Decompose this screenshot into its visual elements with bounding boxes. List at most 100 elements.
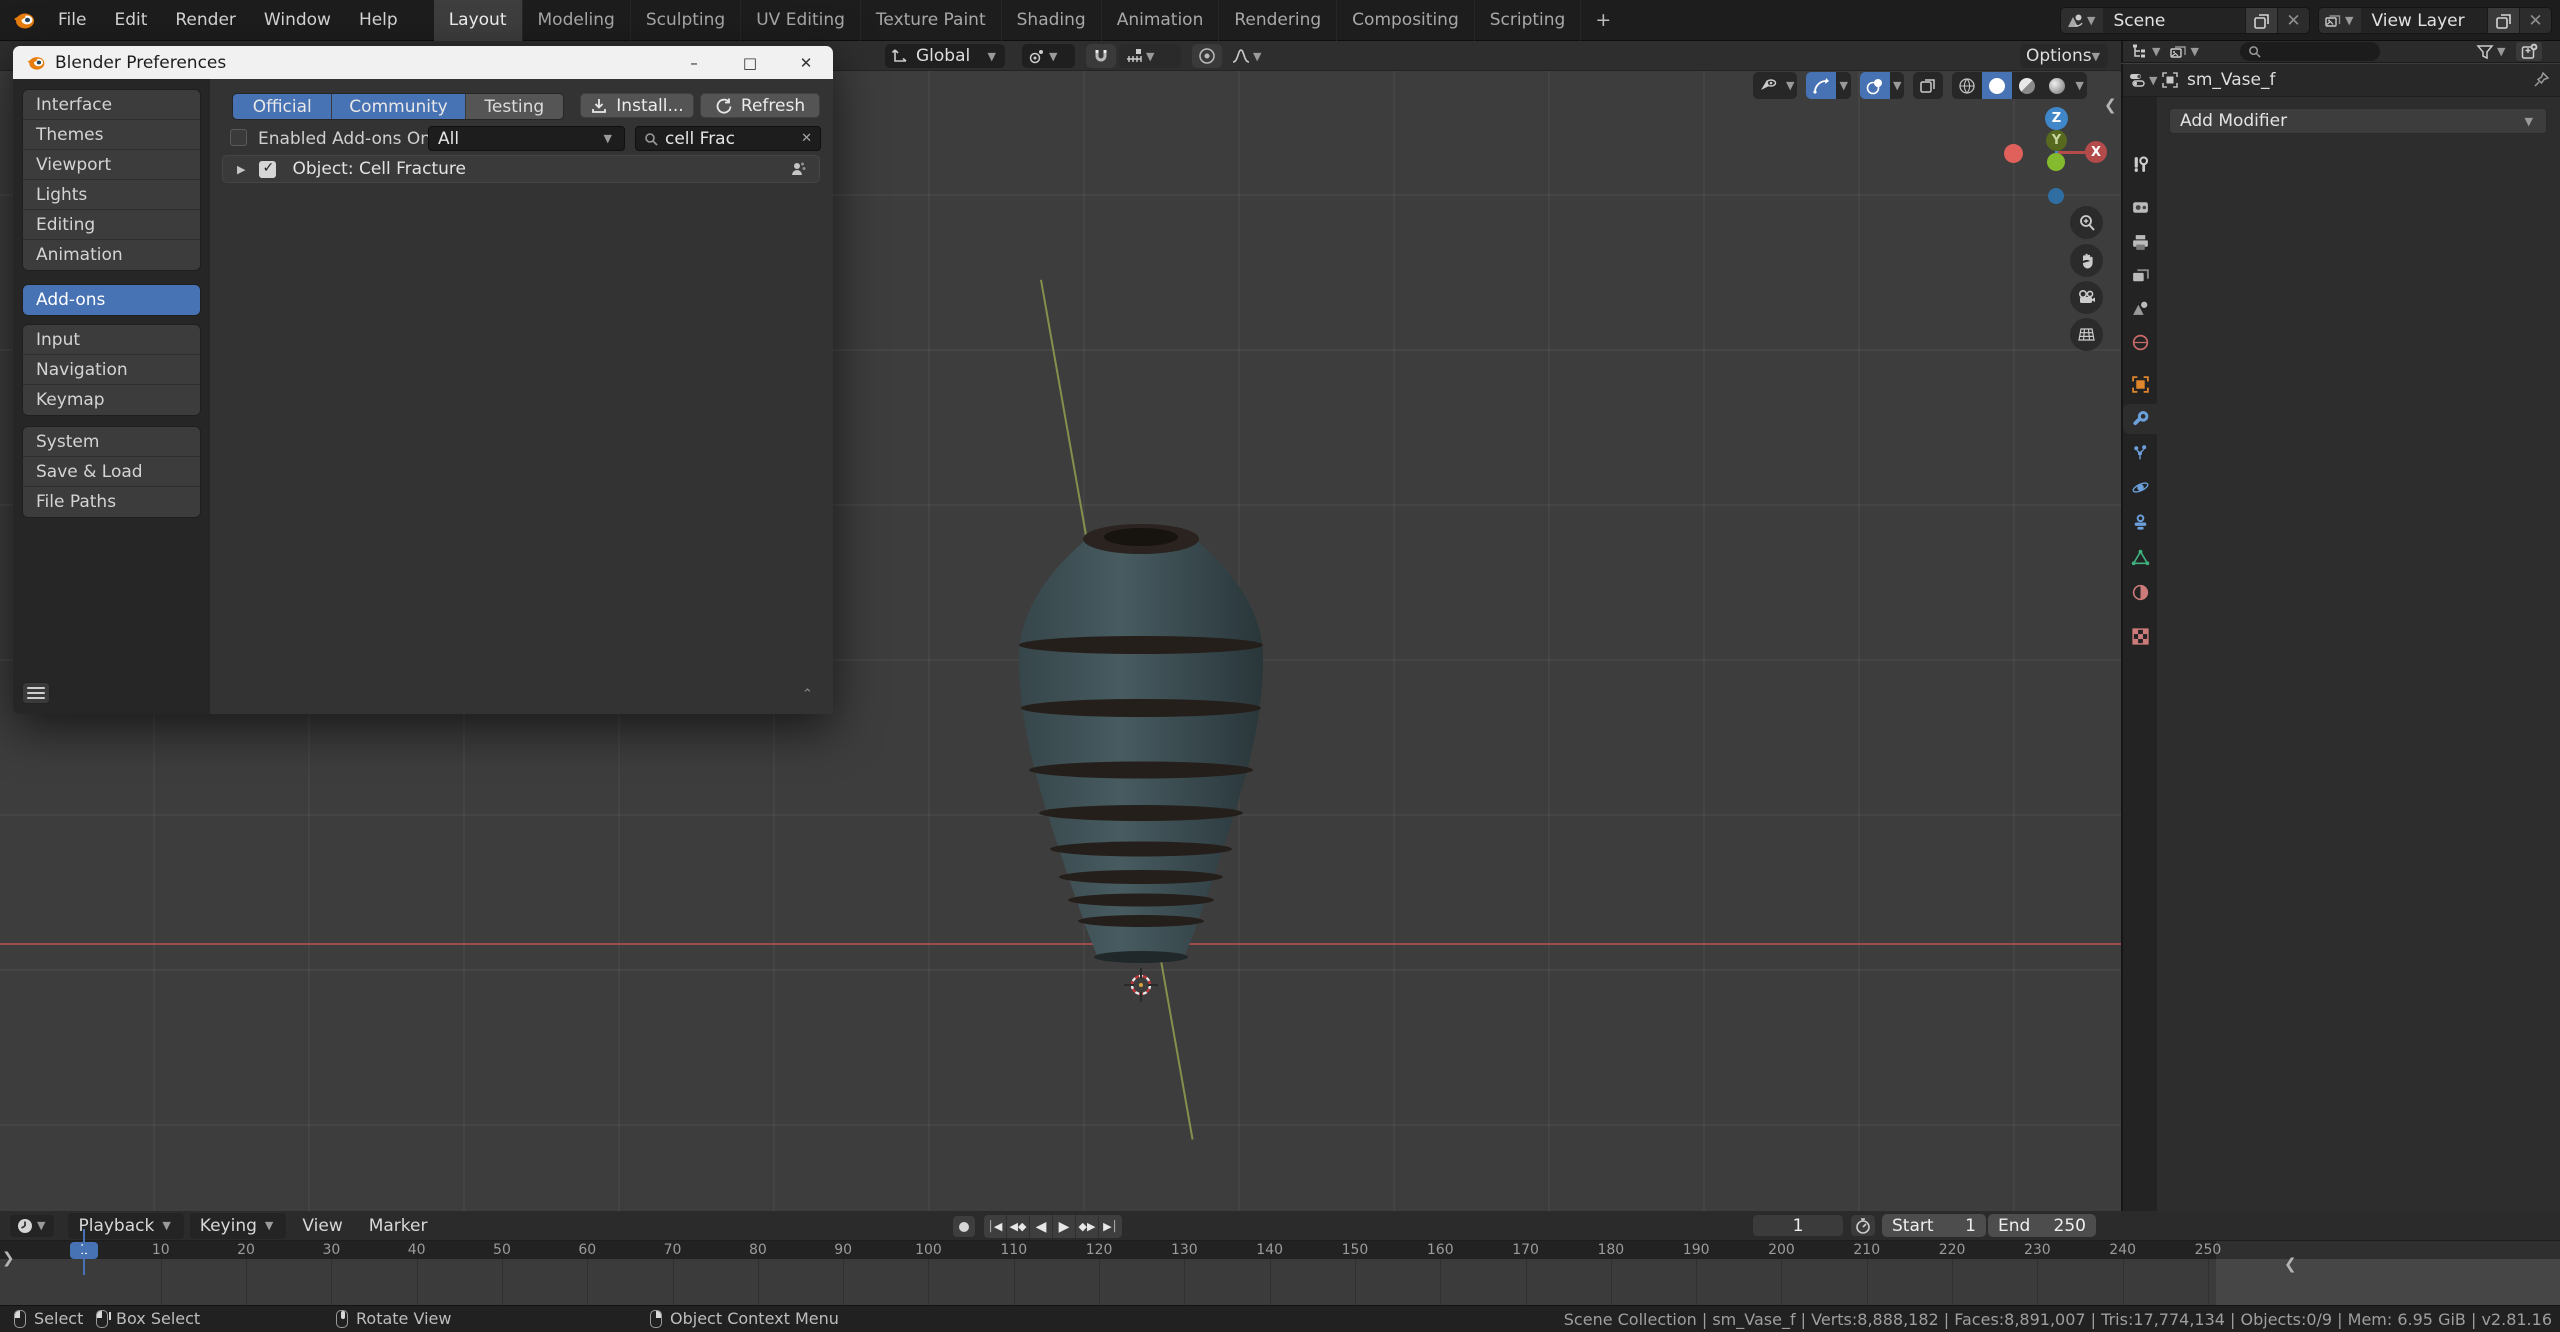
view-layer-selector[interactable]: ▼ View Layer ✕ bbox=[2318, 7, 2552, 34]
snap-toggle[interactable] bbox=[1086, 44, 1116, 68]
workspace-tab-layout[interactable]: Layout bbox=[433, 0, 523, 41]
properties-tab-physics[interactable] bbox=[2123, 472, 2157, 502]
properties-tab-modifiers[interactable] bbox=[2123, 404, 2157, 434]
sidebar-item-save-load[interactable]: Save & Load bbox=[23, 457, 200, 487]
scroll-up-indicator[interactable]: ⌃ bbox=[802, 687, 813, 702]
gizmo-axis-y[interactable]: Y bbox=[2046, 130, 2067, 151]
sidebar-item-input[interactable]: Input bbox=[23, 325, 200, 355]
options-dropdown[interactable]: Options ▼ bbox=[2020, 44, 2108, 68]
preferences-title-bar[interactable]: Blender Preferences – □ ✕ bbox=[13, 46, 833, 79]
sidebar-item-system[interactable]: System bbox=[23, 427, 200, 457]
properties-tab-material[interactable] bbox=[2123, 577, 2157, 607]
timeline-menu-view[interactable]: View bbox=[292, 1213, 352, 1239]
outliner-search-input[interactable] bbox=[2239, 42, 2380, 61]
menu-window[interactable]: Window bbox=[252, 6, 343, 34]
enabled-addons-only-checkbox[interactable] bbox=[230, 129, 247, 146]
previous-keyframe-button[interactable]: ◀◆ bbox=[1007, 1215, 1030, 1238]
timeline-collapse-arrow[interactable]: ❮ bbox=[2284, 1255, 2297, 1273]
shading-rendered-button[interactable] bbox=[2042, 72, 2072, 99]
snap-target-dropdown[interactable]: ▼ bbox=[1119, 44, 1181, 68]
proportional-editing-toggle[interactable] bbox=[1192, 44, 1222, 68]
addon-list-item[interactable]: ▶ Object: Cell Fracture bbox=[222, 155, 820, 183]
sidebar-item-keymap[interactable]: Keymap bbox=[23, 385, 200, 415]
record-button[interactable] bbox=[952, 1215, 976, 1238]
timeline-track[interactable] bbox=[0, 1259, 2560, 1305]
sidebar-item-themes[interactable]: Themes bbox=[23, 120, 200, 150]
view-layer-copy-button[interactable] bbox=[2487, 8, 2519, 33]
timeline-expand-arrow[interactable]: ❯ bbox=[2, 1249, 15, 1267]
workspace-tab-rendering[interactable]: Rendering bbox=[1219, 0, 1338, 41]
vase-object[interactable] bbox=[991, 505, 1291, 975]
properties-tab-active-tool[interactable] bbox=[2123, 149, 2157, 179]
transform-orientation-dropdown[interactable]: Global ▼ bbox=[885, 44, 1005, 68]
timeline-menu-keying[interactable]: Keying ▼ bbox=[189, 1212, 287, 1239]
properties-tab-render[interactable] bbox=[2123, 192, 2157, 222]
gizmo-axis-x[interactable]: X bbox=[2085, 141, 2107, 163]
workspace-tab-scripting[interactable]: Scripting bbox=[1475, 0, 1582, 41]
menu-edit[interactable]: Edit bbox=[102, 6, 159, 34]
maximize-button[interactable]: □ bbox=[735, 54, 765, 72]
scene-browse-button[interactable]: ▼ bbox=[2061, 8, 2104, 33]
workspace-tab-animation[interactable]: Animation bbox=[1102, 0, 1220, 41]
object-visibility-dropdown[interactable]: ▼ bbox=[1753, 72, 1798, 99]
timeline-menu-playback[interactable]: Playback ▼ bbox=[68, 1212, 184, 1239]
sidebar-item-navigation[interactable]: Navigation bbox=[23, 355, 200, 385]
timeline-menu-marker[interactable]: Marker bbox=[359, 1213, 438, 1239]
preferences-menu-button[interactable] bbox=[22, 682, 50, 704]
outliner-filter-funnel-dropdown[interactable]: ▼ bbox=[2476, 43, 2508, 61]
properties-editor-type-dropdown[interactable]: ▼ bbox=[2128, 71, 2160, 89]
close-button[interactable]: ✕ bbox=[791, 54, 821, 72]
sidebar-expand-arrow[interactable]: ❮ bbox=[2104, 96, 2117, 114]
timeline-ruler[interactable]: 1 10203040506070809010011012013014015016… bbox=[0, 1241, 2560, 1259]
workspace-tab-modeling[interactable]: Modeling bbox=[523, 0, 631, 41]
current-frame-field[interactable]: 1 bbox=[1752, 1214, 1844, 1237]
sidebar-item-file-paths[interactable]: File Paths bbox=[23, 487, 200, 517]
sidebar-item-lights[interactable]: Lights bbox=[23, 180, 200, 210]
gizmo-axis-y-neg[interactable] bbox=[2047, 153, 2065, 171]
support-tab-official[interactable]: Official bbox=[233, 94, 333, 119]
addon-category-dropdown[interactable]: All ▼ bbox=[428, 126, 625, 151]
sidebar-item-add-ons[interactable]: Add-ons bbox=[23, 285, 200, 315]
menu-file[interactable]: File bbox=[46, 6, 98, 34]
properties-tab-texture[interactable] bbox=[2123, 621, 2157, 651]
addon-enable-checkbox[interactable] bbox=[259, 160, 277, 178]
addon-search-input[interactable]: cell Frac ✕ bbox=[635, 126, 821, 151]
sidebar-item-interface[interactable]: Interface bbox=[23, 90, 200, 120]
gizmo-axis-z[interactable]: Z bbox=[2045, 107, 2068, 130]
add-workspace-button[interactable]: + bbox=[1581, 9, 1625, 31]
play-button[interactable]: ▶ bbox=[1053, 1215, 1076, 1238]
workspace-tab-uv-editing[interactable]: UV Editing bbox=[741, 0, 861, 41]
sidebar-item-editing[interactable]: Editing bbox=[23, 210, 200, 240]
jump-to-end-button[interactable]: ▶⏐ bbox=[1099, 1215, 1122, 1238]
expand-triangle-icon[interactable]: ▶ bbox=[237, 163, 245, 176]
properties-tab-output[interactable] bbox=[2123, 227, 2157, 257]
properties-tab-object[interactable] bbox=[2123, 369, 2157, 399]
new-collection-button[interactable] bbox=[2516, 42, 2543, 61]
outliner-filter-dropdown[interactable]: ▼ bbox=[2169, 43, 2201, 61]
gizmo-axis-x-neg[interactable] bbox=[2004, 144, 2023, 163]
minimize-button[interactable]: – bbox=[679, 54, 709, 72]
pivot-point-dropdown[interactable]: ▼ bbox=[1022, 44, 1075, 68]
perspective-toggle-button[interactable] bbox=[2070, 318, 2103, 351]
install-addon-button[interactable]: Install... bbox=[580, 93, 694, 118]
workspace-tab-compositing[interactable]: Compositing bbox=[1337, 0, 1475, 41]
view-layer-remove-button[interactable]: ✕ bbox=[2519, 8, 2551, 33]
proportional-falloff-dropdown[interactable]: ▼ bbox=[1226, 44, 1288, 68]
timeline-editor-type-dropdown[interactable]: ▼ bbox=[10, 1214, 55, 1237]
start-frame-field[interactable]: Start 1 bbox=[1882, 1214, 1986, 1237]
xray-toggle[interactable] bbox=[1913, 72, 1944, 99]
overlays-toggle-dropdown[interactable]: ▼ bbox=[1859, 72, 1905, 99]
play-reverse-button[interactable]: ◀ bbox=[1030, 1215, 1053, 1238]
auto-keying-stopwatch-button[interactable] bbox=[1850, 1214, 1876, 1237]
shading-wireframe-button[interactable] bbox=[1952, 72, 1982, 99]
menu-help[interactable]: Help bbox=[347, 6, 410, 34]
add-modifier-dropdown[interactable]: Add Modifier ▼ bbox=[2169, 108, 2547, 134]
refresh-addons-button[interactable]: Refresh bbox=[700, 93, 820, 118]
scene-unlink-button[interactable]: ✕ bbox=[2277, 8, 2309, 33]
gizmos-toggle-dropdown[interactable]: ▼ bbox=[1806, 72, 1851, 99]
jump-to-start-button[interactable]: ⏐◀ bbox=[984, 1215, 1007, 1238]
scene-copy-button[interactable] bbox=[2245, 8, 2277, 33]
sidebar-item-animation[interactable]: Animation bbox=[23, 240, 200, 270]
workspace-tab-sculpting[interactable]: Sculpting bbox=[631, 0, 742, 41]
properties-tab-view-layer[interactable] bbox=[2123, 260, 2157, 290]
